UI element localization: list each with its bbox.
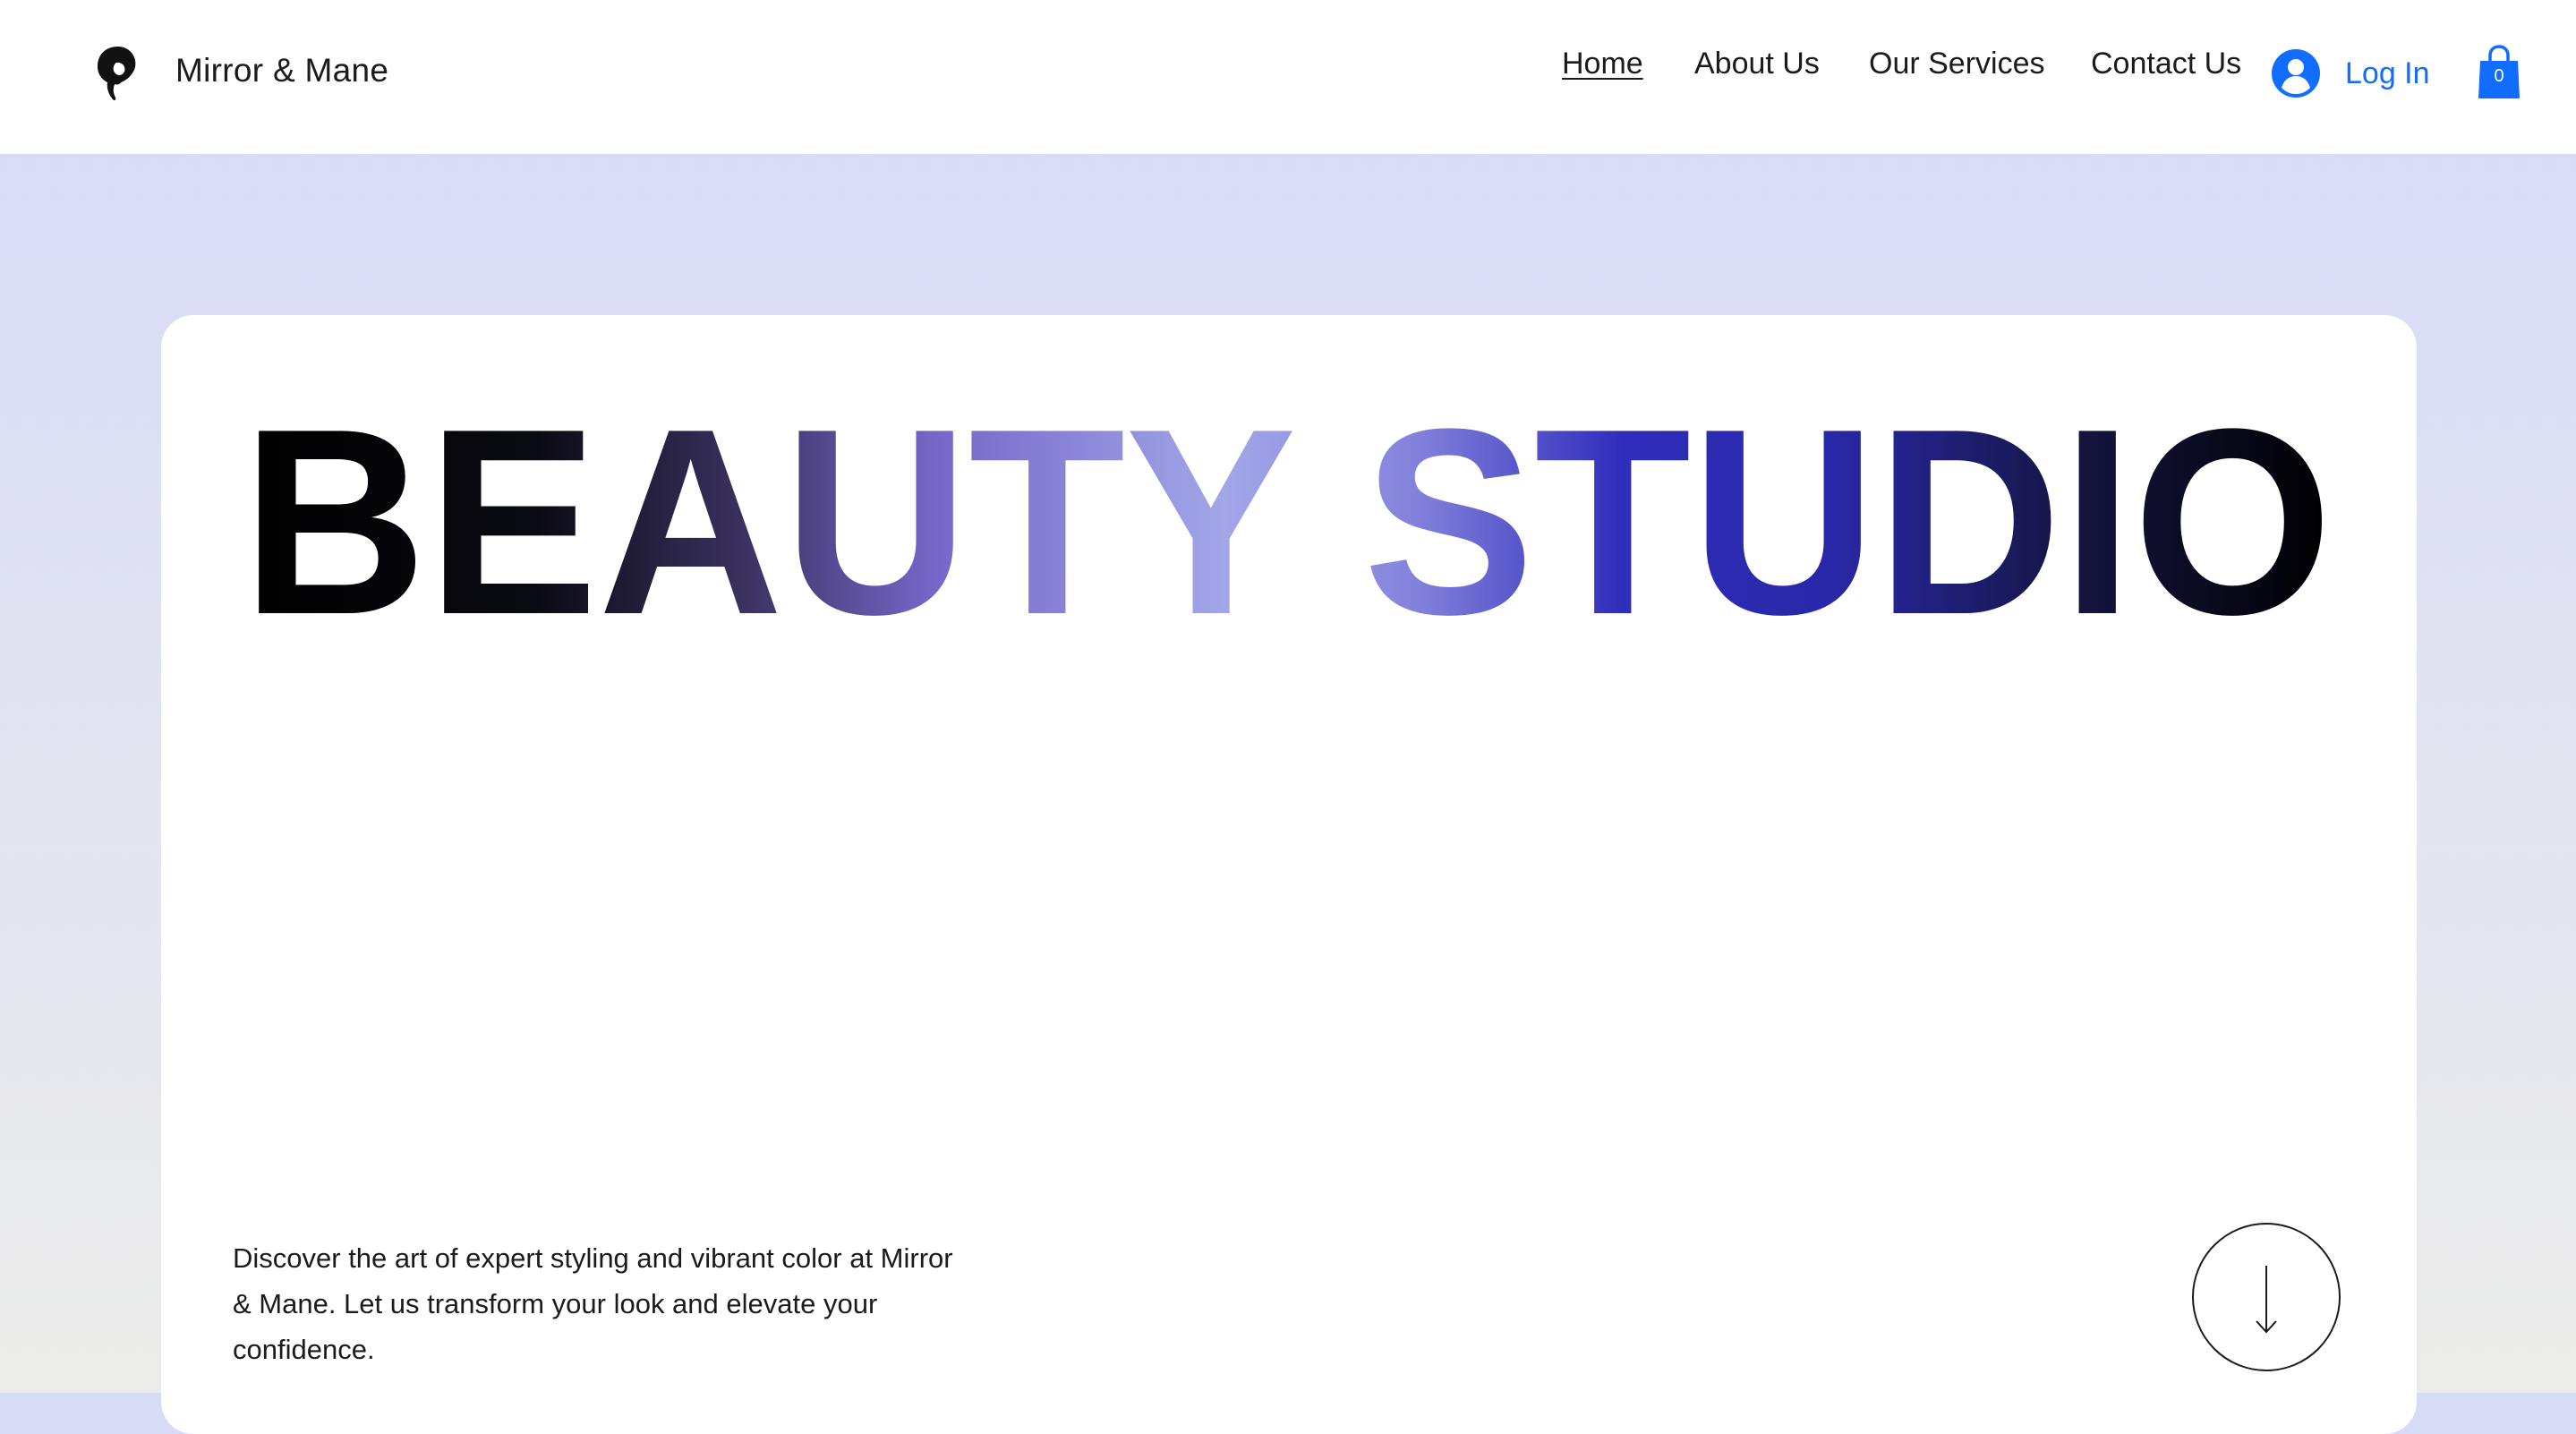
hero-description: Discover the art of expert styling and v… [233, 1242, 953, 1365]
woman-hair-silhouette-icon[interactable] [95, 45, 140, 102]
nav-home-link[interactable]: Home [1562, 47, 1643, 81]
hero-title: BEAUTY STUDIO [242, 373, 2333, 670]
cart-count: 0 [2494, 66, 2504, 86]
nav-about-link[interactable]: About Us [1694, 47, 1820, 81]
login-button[interactable]: Log In [2272, 47, 2430, 100]
login-label: Log In [2345, 55, 2430, 90]
hero-card: BEAUTY STUDIO Discover the art of expert… [161, 315, 2417, 1434]
cart-button[interactable]: 0 [2478, 45, 2521, 100]
nav-contact-link[interactable]: Contact Us [2091, 47, 2241, 81]
nav-services-link[interactable]: Our Services [1869, 47, 2045, 81]
brand-name[interactable]: Mirror & Mane [175, 52, 388, 90]
arrow-down-icon [2256, 1266, 2277, 1334]
user-avatar-icon [2272, 49, 2320, 98]
scroll-down-button[interactable] [2192, 1223, 2341, 1371]
site-header: Mirror & Mane Home About Us Our Services… [0, 0, 2576, 154]
hero-title-text: BEAUTY STUDIO [242, 373, 2333, 670]
